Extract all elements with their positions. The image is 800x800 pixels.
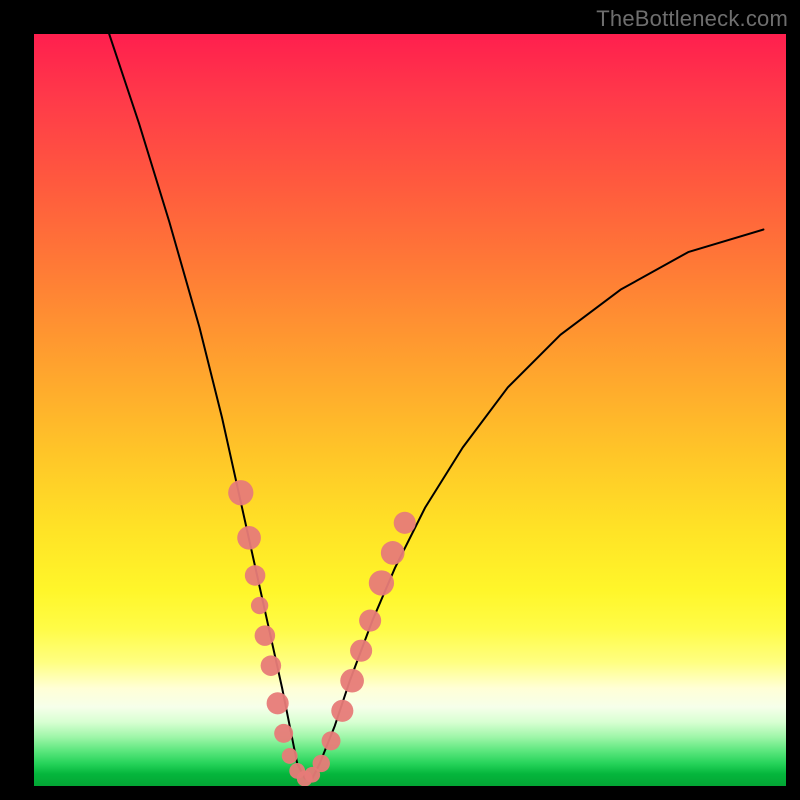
curve-layer bbox=[34, 34, 786, 786]
watermark-text: TheBottleneck.com bbox=[596, 6, 788, 32]
plot-area bbox=[34, 34, 786, 786]
bottleneck-curve bbox=[109, 34, 763, 778]
chart-frame: TheBottleneck.com bbox=[0, 0, 800, 800]
highlighted-points bbox=[228, 480, 416, 786]
